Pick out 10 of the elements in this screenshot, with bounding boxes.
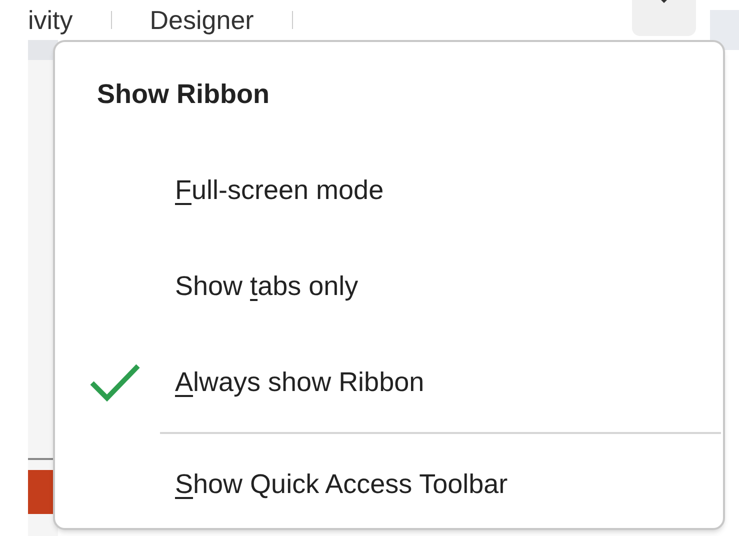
caret-icon [660,0,668,5]
menu-item[interactable]: Show tabs only [175,266,358,306]
ribbon-display-options-button[interactable] [632,0,696,36]
ribbon-tab[interactable]: ivity [28,0,111,40]
menu-item[interactable]: Show Quick Access Toolbar [175,464,508,504]
menu-item[interactable]: Always show Ribbon [175,362,424,402]
slide-thumbnail[interactable] [28,470,53,514]
menu-item[interactable]: Full-screen mode [175,170,384,210]
menu-title: Show Ribbon [97,78,270,111]
ribbon-tab[interactable]: Designer [112,0,292,40]
